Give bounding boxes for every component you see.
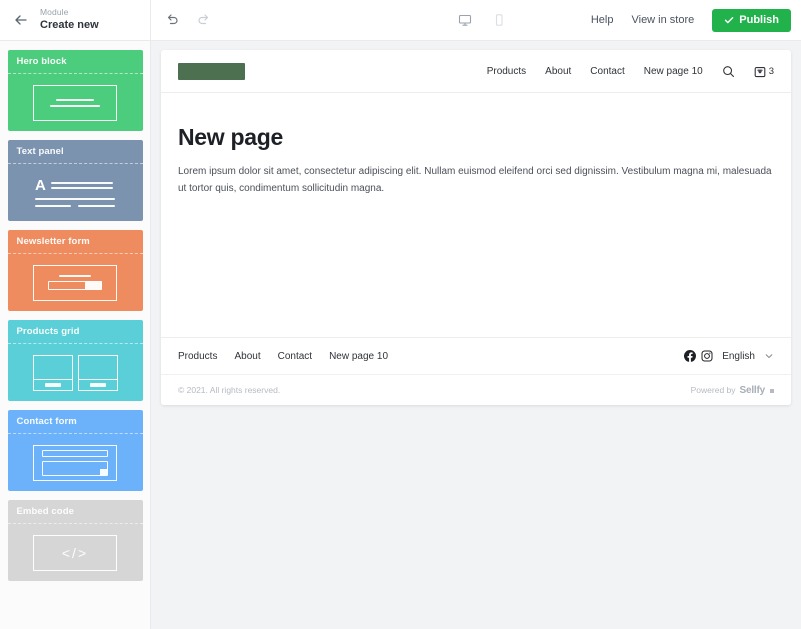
viewport-toggle-group bbox=[455, 0, 509, 40]
help-link[interactable]: Help bbox=[591, 14, 614, 26]
block-label: Contact form bbox=[16, 416, 77, 427]
contact-thumb bbox=[7, 433, 143, 491]
copyright-text: © 2021. All rights reserved. bbox=[178, 385, 281, 395]
page-preview: Products About Contact New page 10 3 New… bbox=[161, 50, 791, 405]
sidebar-block-embed-code[interactable]: Embed code </> bbox=[7, 500, 143, 581]
nav-item-contact[interactable]: Contact bbox=[590, 66, 624, 77]
page-title: New page bbox=[178, 124, 283, 150]
publish-label: Publish bbox=[739, 14, 779, 26]
module-text: Module Create new bbox=[40, 7, 99, 32]
arrow-left-icon[interactable] bbox=[11, 10, 31, 30]
nav-item-new-page[interactable]: New page 10 bbox=[644, 66, 703, 77]
nav-item-products[interactable]: Products bbox=[487, 66, 526, 77]
check-icon bbox=[724, 15, 734, 25]
products-thumb bbox=[7, 343, 143, 401]
text-thumb: A bbox=[7, 163, 143, 221]
footer-right: English bbox=[684, 350, 774, 362]
site-header: Products About Contact New page 10 3 bbox=[161, 50, 791, 93]
module-kicker: Module bbox=[40, 7, 69, 18]
redo-icon[interactable] bbox=[194, 10, 214, 30]
powered-by: Powered by Sellfy bbox=[691, 385, 774, 396]
facebook-icon[interactable] bbox=[684, 350, 697, 362]
mobile-phone-icon[interactable] bbox=[489, 10, 509, 30]
block-label: Newsletter form bbox=[16, 236, 90, 247]
block-label: Text panel bbox=[16, 146, 64, 157]
sidebar-block-newsletter[interactable]: Newsletter form bbox=[7, 230, 143, 311]
footer-nav: Products About Contact New page 10 bbox=[178, 351, 388, 362]
preview-canvas: Products About Contact New page 10 3 New… bbox=[151, 41, 801, 629]
sidebar-block-products-grid[interactable]: Products grid bbox=[7, 320, 143, 401]
footer-item-new-page[interactable]: New page 10 bbox=[329, 351, 388, 362]
sidebar-block-hero[interactable]: Hero block bbox=[7, 50, 143, 131]
footer-item-contact[interactable]: Contact bbox=[278, 351, 312, 362]
footer-item-products[interactable]: Products bbox=[178, 351, 217, 362]
top-toolbar: Module Create new Help View in store Pub… bbox=[0, 0, 801, 41]
top-actions: Help View in store Publish bbox=[591, 0, 791, 40]
view-in-store-link[interactable]: View in store bbox=[631, 14, 694, 26]
newsletter-thumb bbox=[7, 253, 143, 311]
instagram-icon[interactable] bbox=[701, 350, 713, 362]
blocks-sidebar[interactable]: Hero block Text panel A Newsletter form … bbox=[0, 41, 151, 629]
block-label: Hero block bbox=[16, 56, 67, 67]
search-icon[interactable] bbox=[722, 65, 735, 78]
cart-count: 3 bbox=[768, 65, 774, 77]
language-selector[interactable]: English bbox=[722, 351, 755, 362]
history-tools bbox=[151, 10, 214, 30]
publish-button[interactable]: Publish bbox=[712, 8, 791, 32]
site-main: New page Lorem ipsum dolor sit amet, con… bbox=[161, 93, 791, 337]
block-label: Embed code bbox=[16, 506, 74, 517]
sellfy-brand: Sellfy bbox=[739, 384, 766, 396]
module-header: Module Create new bbox=[0, 0, 151, 40]
desktop-monitor-icon[interactable] bbox=[455, 10, 475, 30]
social-links bbox=[684, 350, 713, 362]
block-label: Products grid bbox=[16, 326, 80, 337]
page-body-text: Lorem ipsum dolor sit amet, consectetur … bbox=[178, 166, 772, 194]
site-nav: Products About Contact New page 10 3 bbox=[487, 65, 774, 78]
hero-thumb bbox=[7, 73, 143, 131]
sellfy-mark-icon bbox=[770, 388, 774, 393]
sidebar-block-text-panel[interactable]: Text panel A bbox=[7, 140, 143, 221]
embed-thumb: </> bbox=[7, 523, 143, 581]
sidebar-block-contact-form[interactable]: Contact form bbox=[7, 410, 143, 491]
powered-by-label: Powered by bbox=[690, 384, 736, 395]
nav-item-about[interactable]: About bbox=[545, 66, 571, 77]
undo-icon[interactable] bbox=[162, 10, 182, 30]
cart-button[interactable]: 3 bbox=[754, 65, 774, 78]
footer-item-about[interactable]: About bbox=[234, 351, 260, 362]
code-glyph: </> bbox=[61, 544, 89, 561]
shopping-bag-icon bbox=[754, 65, 766, 78]
module-title: Create new bbox=[40, 19, 99, 32]
logo-placeholder[interactable] bbox=[178, 62, 245, 80]
site-copyright-bar: © 2021. All rights reserved. Powered by … bbox=[161, 374, 791, 405]
site-footer: Products About Contact New page 10 Engli… bbox=[161, 337, 791, 374]
chevron-down-icon[interactable] bbox=[764, 351, 774, 361]
